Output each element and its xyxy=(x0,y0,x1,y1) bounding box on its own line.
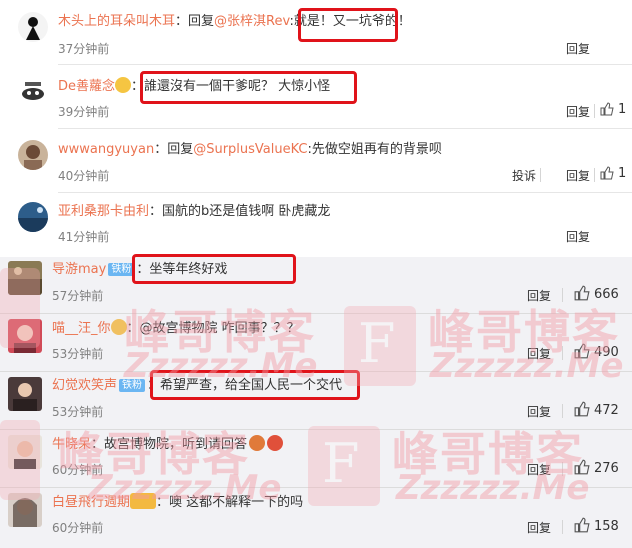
reply-button[interactable]: 回复 xyxy=(566,40,590,57)
reply-button[interactable]: 回复 xyxy=(527,287,551,304)
divider xyxy=(58,64,632,65)
like-button[interactable]: 490 xyxy=(574,343,619,360)
thumbs-up-icon xyxy=(574,285,590,301)
member-badge-icon xyxy=(130,493,157,509)
divider xyxy=(58,192,632,193)
username-link[interactable]: 牛晓呆 xyxy=(52,437,91,452)
divider xyxy=(562,462,563,476)
like-button[interactable]: 276 xyxy=(574,459,619,476)
thumbs-up-icon xyxy=(574,459,590,475)
timestamp: 60分钟前 xyxy=(52,463,104,477)
divider xyxy=(562,520,563,534)
avatar[interactable] xyxy=(18,202,48,232)
comment-text: wwwangyuyan：回复@SurplusValueKC:先做空姐再有的背景呗 xyxy=(58,142,442,157)
divider xyxy=(540,168,541,182)
avatar[interactable] xyxy=(8,435,42,469)
like-button[interactable]: 1 xyxy=(600,166,626,181)
timestamp: 39分钟前 xyxy=(58,105,110,119)
timestamp: 57分钟前 xyxy=(52,289,104,303)
avatar[interactable] xyxy=(18,140,48,170)
username-link[interactable]: 喵__汪_你 xyxy=(52,321,111,336)
avatar[interactable] xyxy=(18,12,48,42)
comment-text: 牛晓呆：故宫博物院，听到请回答 xyxy=(52,435,284,454)
avatar[interactable] xyxy=(8,377,42,411)
timestamp: 40分钟前 xyxy=(58,169,110,183)
reply-button[interactable]: 回复 xyxy=(527,461,551,478)
timestamp: 53分钟前 xyxy=(52,347,104,361)
divider xyxy=(562,288,563,302)
emoji-icon xyxy=(249,435,266,451)
avatar[interactable] xyxy=(8,319,42,353)
fan-badge: 铁粉 xyxy=(119,379,146,392)
mention-link[interactable]: @张梓淇Rev xyxy=(214,14,289,29)
heart-eyes-emoji-icon xyxy=(115,77,132,93)
timestamp: 41分钟前 xyxy=(58,230,110,244)
thumbs-up-icon xyxy=(574,343,590,359)
avatar[interactable] xyxy=(18,76,48,106)
reply-button[interactable]: 回复 xyxy=(566,167,590,184)
username-link[interactable]: 导游may xyxy=(52,262,106,277)
comment-text: 喵__汪_你 ：@故宫博物院 咋回事？？？ xyxy=(52,319,300,336)
thumbs-up-icon xyxy=(600,166,614,180)
comment-list-bottom: 导游may 铁粉 ：坐等年终好戏 57分钟前 回复 666 喵__汪_你 ：@故宫博物… xyxy=(0,254,632,548)
username-link[interactable]: 白昼飛行週期 xyxy=(52,495,130,510)
reply-button[interactable]: 回复 xyxy=(566,228,590,245)
avatar[interactable] xyxy=(8,493,42,527)
report-button[interactable]: 投诉 xyxy=(512,167,536,184)
comment-text: 白昼飛行週期 ：噢 这都不解释一下的吗 xyxy=(52,493,304,510)
divider xyxy=(0,313,632,314)
emoji-icon xyxy=(267,435,284,451)
reply-button[interactable]: 回复 xyxy=(527,345,551,362)
username-link[interactable]: 亚利桑那卡由利 xyxy=(58,204,149,219)
like-button[interactable]: 1 xyxy=(600,102,626,117)
username-link[interactable]: 幻觉欢笑声 xyxy=(52,378,117,393)
username-link[interactable]: wwwangyuyan xyxy=(58,142,154,157)
reply-button[interactable]: 回复 xyxy=(527,519,551,536)
timestamp: 60分钟前 xyxy=(52,521,104,535)
avatar[interactable] xyxy=(8,261,42,295)
like-button[interactable]: 472 xyxy=(574,401,619,418)
reply-button[interactable]: 回复 xyxy=(527,403,551,420)
highlight-box xyxy=(150,370,360,400)
username-link[interactable]: De善蘿念 xyxy=(58,79,115,94)
thumbs-up-icon xyxy=(574,517,590,533)
comment-list-top: 木头上的耳朵叫木耳：回复@张梓淇Rev:就是！又一坑爷的！ 37分钟前 回复 D… xyxy=(0,0,632,257)
mention-link[interactable]: @SurplusValueKC xyxy=(193,142,307,157)
divider xyxy=(594,168,595,182)
username-link[interactable]: 木头上的耳朵叫木耳 xyxy=(58,14,175,29)
timestamp: 53分钟前 xyxy=(52,405,104,419)
highlight-box xyxy=(140,71,357,104)
emoji-icon xyxy=(110,319,127,335)
thumbs-up-icon xyxy=(600,102,614,116)
like-button[interactable]: 158 xyxy=(574,517,619,534)
like-button[interactable]: 666 xyxy=(574,285,619,302)
divider xyxy=(594,104,595,118)
timestamp: 37分钟前 xyxy=(58,42,110,56)
divider xyxy=(562,404,563,418)
highlight-box xyxy=(132,254,296,284)
divider xyxy=(0,487,632,488)
comment-text: 亚利桑那卡由利：国航的b还是值钱啊 卧虎藏龙 xyxy=(58,204,331,219)
thumbs-up-icon xyxy=(574,401,590,417)
fan-badge: 铁粉 xyxy=(108,263,135,276)
highlight-box xyxy=(298,8,398,42)
divider xyxy=(58,128,632,129)
reply-button[interactable]: 回复 xyxy=(566,103,590,120)
divider xyxy=(562,346,563,360)
divider xyxy=(0,429,632,430)
